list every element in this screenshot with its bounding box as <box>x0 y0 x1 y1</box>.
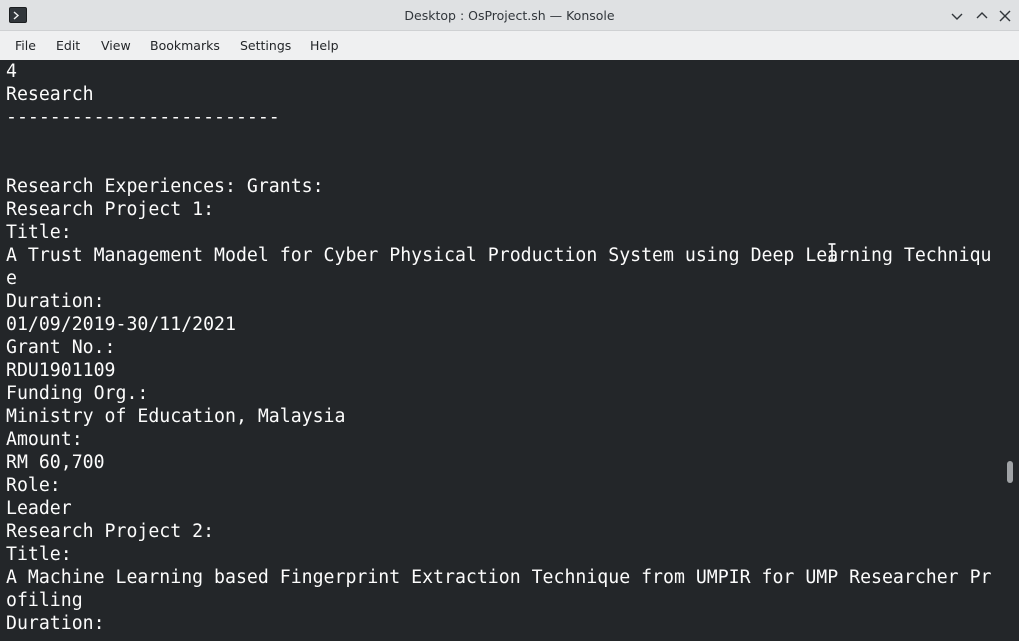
menu-view[interactable]: View <box>101 31 131 60</box>
terminal-line: RDU1901109 <box>6 360 116 381</box>
terminal-line: 01/09/2019-30/11/2021 <box>6 314 236 335</box>
terminal-lines: 4 Research ------------------------- Res… <box>6 60 991 635</box>
terminal-line: Duration: <box>6 291 105 312</box>
ibeam-cursor-icon <box>828 243 836 262</box>
terminal-line: Grant No.: <box>6 337 116 358</box>
terminal-line: Role: <box>6 475 61 496</box>
vertical-scrollbar[interactable] <box>1004 60 1019 641</box>
terminal-line: A Trust Management Model for Cyber Physi… <box>6 245 992 266</box>
terminal-line: e <box>6 268 17 289</box>
terminal-line: Amount: <box>6 429 83 450</box>
menu-help[interactable]: Help <box>310 31 339 60</box>
close-button[interactable] <box>995 6 1015 26</box>
chevron-up-icon <box>976 12 988 19</box>
maximize-button[interactable] <box>972 6 992 26</box>
menu-settings[interactable]: Settings <box>240 31 291 60</box>
menu-edit[interactable]: Edit <box>56 31 80 60</box>
menu-bookmarks[interactable]: Bookmarks <box>150 31 220 60</box>
terminal-line: Title: <box>6 544 72 565</box>
terminal-line: Funding Org.: <box>6 383 149 404</box>
menu-bar: File Edit View Bookmarks Settings Help <box>0 31 1019 60</box>
terminal-line: Research <box>6 84 94 105</box>
terminal-line: Duration: <box>6 613 105 634</box>
terminal-line: Ministry of Education, Malaysia <box>6 406 346 427</box>
menu-file[interactable]: File <box>15 31 36 60</box>
terminal-line: Research Project 1: <box>6 199 215 220</box>
konsole-window: Desktop : OsProject.sh — Konsole File Ed… <box>0 0 1019 641</box>
terminal-line: Research Project 2: <box>6 521 215 542</box>
scrollbar-handle[interactable] <box>1007 461 1013 483</box>
chevron-down-icon <box>951 13 963 20</box>
terminal-line: A Machine Learning based Fingerprint Ext… <box>6 567 992 588</box>
window-title: Desktop : OsProject.sh — Konsole <box>404 8 615 23</box>
close-icon <box>999 10 1011 22</box>
terminal-line: 4 <box>6 61 17 82</box>
terminal-line: Leader <box>6 498 72 519</box>
terminal-output[interactable]: 4 Research ------------------------- Res… <box>0 60 1019 641</box>
terminal-line: Research Experiences: Grants: <box>6 176 324 197</box>
terminal-line: Title: <box>6 222 72 243</box>
terminal-line: ofiling <box>6 590 83 611</box>
terminal-line: RM 60,700 <box>6 452 105 473</box>
minimize-button[interactable] <box>947 6 967 26</box>
terminal-line: ------------------------- <box>6 107 280 128</box>
title-bar[interactable]: Desktop : OsProject.sh — Konsole <box>0 0 1019 31</box>
